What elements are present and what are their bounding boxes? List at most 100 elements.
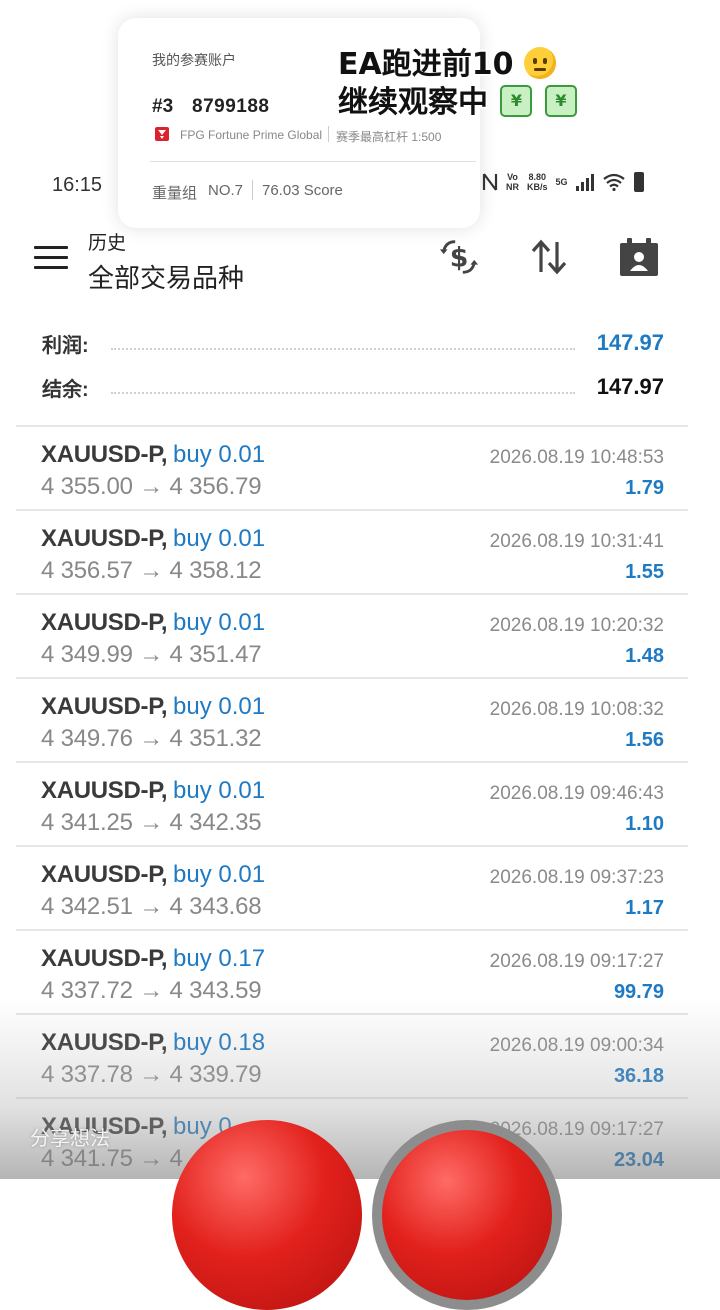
trade-profit: 1.79 xyxy=(625,477,664,499)
group-label: 重量组 xyxy=(152,185,198,202)
divider xyxy=(252,180,253,200)
profit-label: 利润: xyxy=(42,334,89,357)
status-icons: Vo NR 8.80 KB/s 5G xyxy=(482,172,644,192)
trade-profit: 23.04 xyxy=(613,1149,664,1171)
trade-prices: 4 355.00 → 4 356.79 xyxy=(41,473,262,500)
trade-profit: 36.18 xyxy=(613,1065,664,1087)
trade-time: 2026.08.19 10:31:41 xyxy=(489,531,664,552)
trade-side: buy 0.01 xyxy=(173,861,266,888)
trade-row[interactable]: XAUUSD-P, buy 0.01 4 341.25 → 4 342.35 2… xyxy=(16,761,688,845)
trade-side: buy 0.01 xyxy=(173,693,266,720)
profit-row: 利润: 147.97 xyxy=(42,328,664,358)
trade-side: buy 0.01 xyxy=(173,525,266,552)
trade-time: 2026.08.19 09:37:23 xyxy=(489,867,664,888)
trade-symbol: XAUUSD-P, xyxy=(41,777,168,804)
caption-text-1: EA跑进前10 xyxy=(338,47,514,82)
saluting-face-icon xyxy=(523,46,556,79)
share-thoughts-input[interactable]: 分享想法 xyxy=(30,1122,110,1151)
trade-symbol: XAUUSD-P, xyxy=(41,945,168,972)
dotted-leader xyxy=(110,392,575,394)
trade-row[interactable]: XAUUSD-P, buy 0.01 4 349.76 → 4 351.32 2… xyxy=(16,677,688,761)
trade-side: buy 0.01 xyxy=(173,609,266,636)
menu-button[interactable] xyxy=(34,246,68,270)
header-subtitle: 历史 xyxy=(88,233,127,254)
trade-side: buy 0.01 xyxy=(173,777,266,804)
trade-prices: 4 349.99 → 4 351.47 xyxy=(41,641,262,668)
trade-symbol: XAUUSD-P, xyxy=(41,609,168,636)
profit-value: 147.97 xyxy=(596,330,664,355)
caption-line-2: 继续观察中 ¥ ¥ xyxy=(338,84,638,122)
page-title: 全部交易品种 xyxy=(88,263,245,293)
battery-icon xyxy=(633,172,644,192)
reaction-button[interactable] xyxy=(172,1120,362,1310)
trade-prices: 4 356.57 → 4 358.12 xyxy=(41,557,262,584)
leverage-info: 赛季最高杠杆 1:500 xyxy=(336,130,442,144)
caption-overlay: EA跑进前10 继续观察中 ¥ ¥ xyxy=(338,46,638,122)
sort-icon[interactable] xyxy=(528,236,570,278)
trade-symbol: XAUUSD-P, xyxy=(41,861,168,888)
nfc-icon xyxy=(482,173,498,191)
group-number: NO.7 xyxy=(208,182,244,199)
wifi-icon xyxy=(602,173,625,191)
trade-time: 2026.08.19 09:00:34 xyxy=(489,1035,664,1056)
card-label: 我的参赛账户 xyxy=(152,52,236,68)
trade-profit: 1.55 xyxy=(625,561,664,583)
volte-indicator: Vo NR xyxy=(506,172,519,192)
volte-top: Vo xyxy=(507,172,518,182)
score: 76.03 Score xyxy=(262,182,343,199)
caption-line-1: EA跑进前10 xyxy=(338,46,638,84)
account-number: 8799188 xyxy=(192,96,270,117)
trade-prices: 4 341.25 → 4 342.35 xyxy=(41,809,262,836)
trade-symbol: XAUUSD-P, xyxy=(41,1029,168,1056)
dotted-leader xyxy=(110,348,575,350)
trade-side: buy 0.01 xyxy=(173,441,266,468)
trade-profit: 99.79 xyxy=(613,981,664,1003)
trade-side: buy 0.17 xyxy=(173,945,266,972)
rank-number: #3 xyxy=(152,96,174,117)
header-actions: $ xyxy=(438,236,660,278)
trade-row[interactable]: XAUUSD-P, buy 0.17 4 337.72 → 4 343.59 2… xyxy=(16,929,688,1013)
trade-row[interactable]: XAUUSD-P, buy 0.01 4 342.51 → 4 343.68 2… xyxy=(16,845,688,929)
calendar-icon[interactable] xyxy=(618,236,660,278)
divider xyxy=(328,126,329,142)
trade-time: 2026.08.19 10:48:53 xyxy=(489,447,664,468)
currency-exchange-icon[interactable]: $ xyxy=(438,236,480,278)
status-time: 16:15 xyxy=(52,174,103,196)
trade-prices: 4 337.72 → 4 343.59 xyxy=(41,977,262,1004)
trade-time: 2026.08.19 10:20:32 xyxy=(489,615,664,636)
signal-icon xyxy=(575,173,594,191)
trade-profit: 1.56 xyxy=(625,729,664,751)
broker-name: FPG Fortune Prime Global xyxy=(180,128,323,142)
trade-profit: 1.17 xyxy=(625,897,664,919)
trade-symbol: XAUUSD-P, xyxy=(41,693,168,720)
volte-bottom: NR xyxy=(506,182,519,192)
chart-yen-icon: ¥ xyxy=(544,84,577,117)
caption-text-2: 继续观察中 xyxy=(338,85,488,120)
trade-time: 2026.08.19 09:46:43 xyxy=(489,783,664,804)
svg-text:$: $ xyxy=(450,243,469,274)
balance-value: 147.97 xyxy=(596,374,664,399)
trade-time: 2026.08.19 09:17:27 xyxy=(489,951,664,972)
reaction-button[interactable] xyxy=(372,1120,562,1310)
trade-profit: 1.48 xyxy=(625,645,664,667)
trade-row[interactable]: XAUUSD-P, buy 0.01 4 356.57 → 4 358.12 2… xyxy=(16,509,688,593)
trade-row[interactable]: XAUUSD-P, buy 0 4 341.75 → 4 2026.08.19 … xyxy=(16,1097,688,1181)
trade-row[interactable]: XAUUSD-P, buy 0.01 4 349.99 → 4 351.47 2… xyxy=(16,593,688,677)
trade-history-list: XAUUSD-P, buy 0.01 4 355.00 → 4 356.79 2… xyxy=(16,425,688,1181)
broker-logo-icon xyxy=(155,127,169,141)
trade-row[interactable]: XAUUSD-P, buy 0.01 4 355.00 → 4 356.79 2… xyxy=(16,425,688,509)
divider xyxy=(150,161,476,162)
balance-label: 结余: xyxy=(42,378,89,401)
trade-symbol: XAUUSD-P, xyxy=(41,441,168,468)
trade-profit: 1.10 xyxy=(625,813,664,835)
trade-row[interactable]: XAUUSD-P, buy 0.18 4 337.78 → 4 339.79 2… xyxy=(16,1013,688,1097)
trade-time: 2026.08.19 10:08:32 xyxy=(489,699,664,720)
chart-yen-icon: ¥ xyxy=(500,84,533,117)
trade-prices: 4 337.78 → 4 339.79 xyxy=(41,1061,262,1088)
network-label: 5G xyxy=(555,177,568,187)
trade-prices: 4 342.51 → 4 343.68 xyxy=(41,893,262,920)
speed-value: 8.80 xyxy=(528,172,547,182)
network-type: 5G xyxy=(556,177,568,187)
speed-unit: KB/s xyxy=(527,182,548,192)
balance-row: 结余: 147.97 xyxy=(42,372,664,402)
